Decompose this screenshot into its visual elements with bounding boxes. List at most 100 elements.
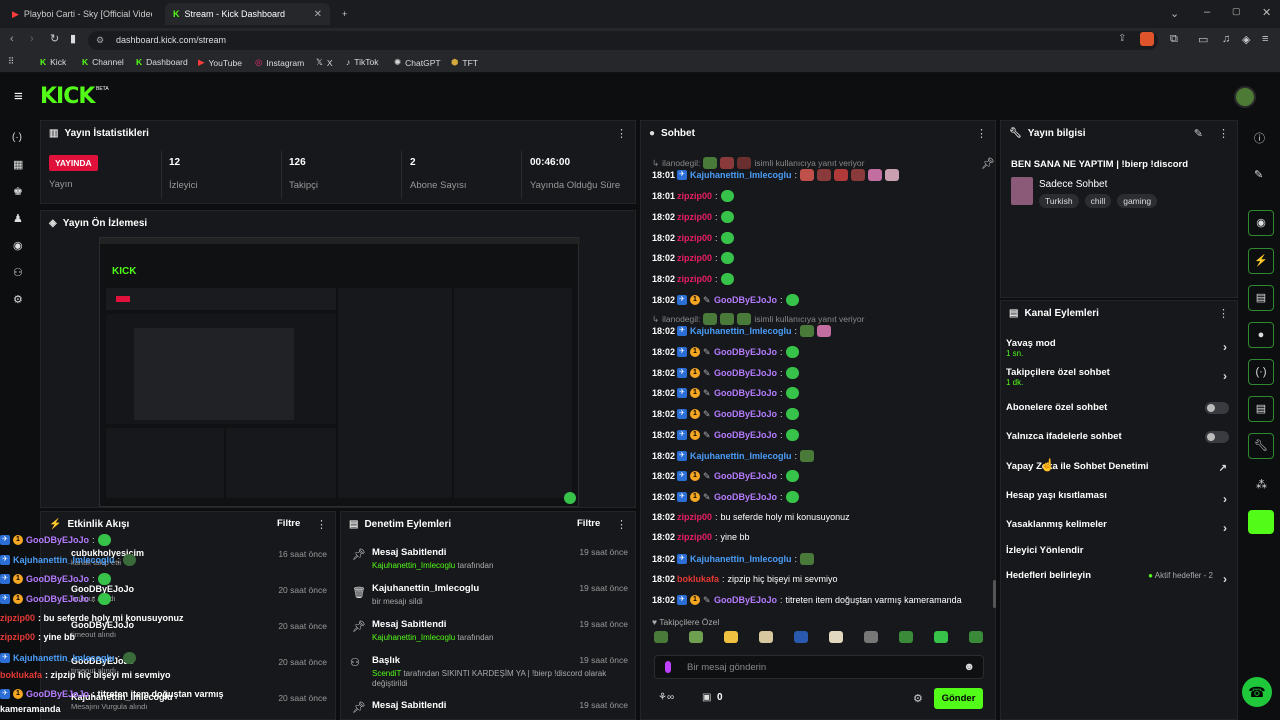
category-thumbnail[interactable] [1011, 177, 1033, 205]
more-options-icon[interactable]: ⋮ [616, 127, 627, 140]
emote-10[interactable] [969, 631, 983, 643]
host-action[interactable]: İzleyici Yönlendir [1006, 545, 1231, 556]
points-icon[interactable]: ⚘∞ [658, 692, 674, 703]
emote-1[interactable] [654, 631, 668, 643]
avatar[interactable] [1234, 86, 1256, 108]
bookmark-tiktok[interactable]: ♪ TikTok [346, 57, 379, 67]
nodes-icon[interactable]: ⁂ [1256, 478, 1267, 491]
wrench-quick-button[interactable]: 🔧︎ [1248, 433, 1274, 459]
emote-7[interactable] [864, 631, 878, 643]
emote-4[interactable] [759, 631, 773, 643]
chat-panel: ● Sohbet ⋮ 📌︎ [640, 120, 996, 720]
banned-words-action[interactable]: Yasaklanmış kelimeler › [1006, 519, 1231, 535]
emote-5[interactable] [794, 631, 808, 643]
tag[interactable]: chill [1084, 194, 1112, 208]
chat-quick-button[interactable]: ● [1248, 322, 1274, 348]
activity-filter-button[interactable]: Filtre [277, 518, 300, 529]
more-options-icon[interactable]: ⋮ [1218, 307, 1229, 320]
hamburger-menu-icon[interactable]: ≡ [14, 88, 23, 105]
subscribers-only-toggle[interactable] [1205, 402, 1229, 414]
community-icon[interactable]: ♟ [13, 212, 23, 225]
account-age-action[interactable]: Hesap yaşı kısıtlaması › [1006, 490, 1231, 506]
bookmark-kick[interactable]: K Kick [40, 57, 66, 67]
media-icon[interactable]: ♫ [1222, 33, 1230, 45]
url-field[interactable]: ⚙ dashboard.kick.com/stream [88, 31, 1158, 50]
followers-only-action[interactable]: Takipçilere özel sohbet 1 dk. › [1006, 367, 1231, 387]
tab-kick-dashboard[interactable]: K Stream - Kick Dashboard ✕ [165, 3, 330, 25]
trophy-icon[interactable]: ♚ [13, 185, 23, 198]
analytics-icon[interactable]: ▦ [13, 158, 23, 171]
emote-3[interactable] [724, 631, 738, 643]
goals-action[interactable]: Hedefleri belirleyin ● Aktif hedefler - 2… [1006, 570, 1231, 586]
edit-icon[interactable]: ✎ [1194, 127, 1203, 140]
lightning-quick-button[interactable]: ⚡ [1248, 248, 1274, 274]
moderation-quick-button[interactable]: ◉ [1248, 210, 1274, 236]
chat-settings-icon[interactable]: ⚙ [913, 692, 923, 705]
more-options-icon[interactable]: ⋮ [1218, 127, 1229, 140]
tag[interactable]: Turkish [1039, 194, 1079, 208]
broadcast-quick-button[interactable]: (·) [1248, 359, 1274, 385]
sidebar-icon[interactable]: ▭ [1198, 33, 1208, 46]
emote-2[interactable] [689, 631, 703, 643]
document-quick-button[interactable]: ▤ [1248, 285, 1274, 311]
share-icon[interactable]: ⇪ [1118, 33, 1126, 44]
microphone-icon[interactable] [665, 661, 671, 673]
emote-8[interactable] [899, 631, 913, 643]
tab-search-icon[interactable]: ⌄ [1170, 7, 1179, 20]
moderation-icon[interactable]: ◉ [13, 239, 23, 252]
close-window-icon[interactable]: ✕ [1262, 6, 1271, 19]
bookmark-instagram[interactable]: ◎ Instagram [255, 57, 304, 68]
apps-grid-icon[interactable]: ⠿ [8, 56, 14, 67]
pin-icon[interactable]: 📌︎ [981, 157, 995, 170]
site-info-icon[interactable]: ⚙ [96, 31, 104, 50]
send-button[interactable]: Gönder [934, 688, 983, 709]
stat-viewers: 12 İzleyici [169, 157, 198, 191]
reload-icon[interactable]: ↻ [50, 32, 59, 45]
help-chat-icon[interactable]: ☎ [1242, 677, 1272, 707]
back-icon[interactable]: ‹ [10, 33, 14, 45]
info-icon[interactable]: ⓘ [1254, 130, 1265, 146]
tab-youtube[interactable]: ▶ Playboi Carti - Sky [Official Video [4, 3, 160, 25]
users-icon[interactable]: ⚇ [13, 266, 23, 279]
bookmark-youtube[interactable]: ▶ YouTube [198, 57, 242, 68]
more-options-icon[interactable]: ⋮ [976, 127, 987, 140]
menu-icon[interactable]: ≡ [1262, 33, 1268, 45]
bookmark-dashboard[interactable]: K Dashboard [136, 57, 188, 67]
bookmark-channel[interactable]: K Channel [82, 57, 124, 67]
stat-duration: 00:46:00 Yayında Olduğu Süre [530, 157, 621, 191]
add-widget-button[interactable] [1248, 510, 1274, 534]
forward-icon[interactable]: › [30, 33, 34, 45]
minimize-icon[interactable]: – [1204, 6, 1210, 18]
chat-scrollbar[interactable] [993, 580, 996, 608]
extensions-icon[interactable]: ⧉ [1170, 33, 1178, 46]
channel-quick-button[interactable]: ▤ [1248, 396, 1274, 422]
preview-right-panel [454, 288, 572, 498]
bookmark-chatgpt[interactable]: ✺ ChatGPT [394, 57, 441, 68]
vpn-icon[interactable]: ◈ [1242, 33, 1250, 46]
slow-mode-action[interactable]: Yavaş mod 1 sn. › [1006, 338, 1231, 358]
tag[interactable]: gaming [1117, 194, 1158, 208]
maximize-icon[interactable]: ▢ [1232, 6, 1241, 17]
moderation-filter-button[interactable]: Filtre [577, 518, 600, 529]
close-tab-icon[interactable]: ✕ [314, 9, 322, 20]
brave-shield-icon[interactable] [1140, 32, 1154, 46]
bookmark-tft[interactable]: ⬢ TFT [451, 57, 478, 68]
preview-icon: ◈ [49, 217, 57, 229]
stream-icon[interactable]: (·) [12, 132, 22, 143]
stream-preview-video[interactable]: KICK [99, 237, 580, 507]
gift-icon[interactable]: ▣ [702, 692, 711, 703]
browser-tab-bar: ▶ Playboi Carti - Sky [Official Video K … [0, 0, 1280, 28]
kick-logo[interactable]: KICK [40, 84, 95, 109]
more-options-icon[interactable]: ⋮ [616, 518, 627, 531]
more-options-icon[interactable]: ⋮ [316, 518, 327, 531]
emote-6[interactable] [829, 631, 843, 643]
settings-icon[interactable]: ⚙ [13, 293, 23, 306]
pencil-icon[interactable]: ✎ [1254, 168, 1263, 181]
bookmark-x[interactable]: 𝕏X [316, 57, 333, 68]
emote-9[interactable] [934, 631, 948, 643]
new-tab-button[interactable]: + [334, 3, 352, 25]
emote-only-toggle[interactable] [1205, 431, 1229, 443]
emoji-icon[interactable]: ☻ [963, 661, 975, 673]
chat-input[interactable]: Bir mesaj gönderin ☻ [654, 655, 984, 679]
bookmark-icon[interactable]: ▮ [70, 32, 76, 45]
